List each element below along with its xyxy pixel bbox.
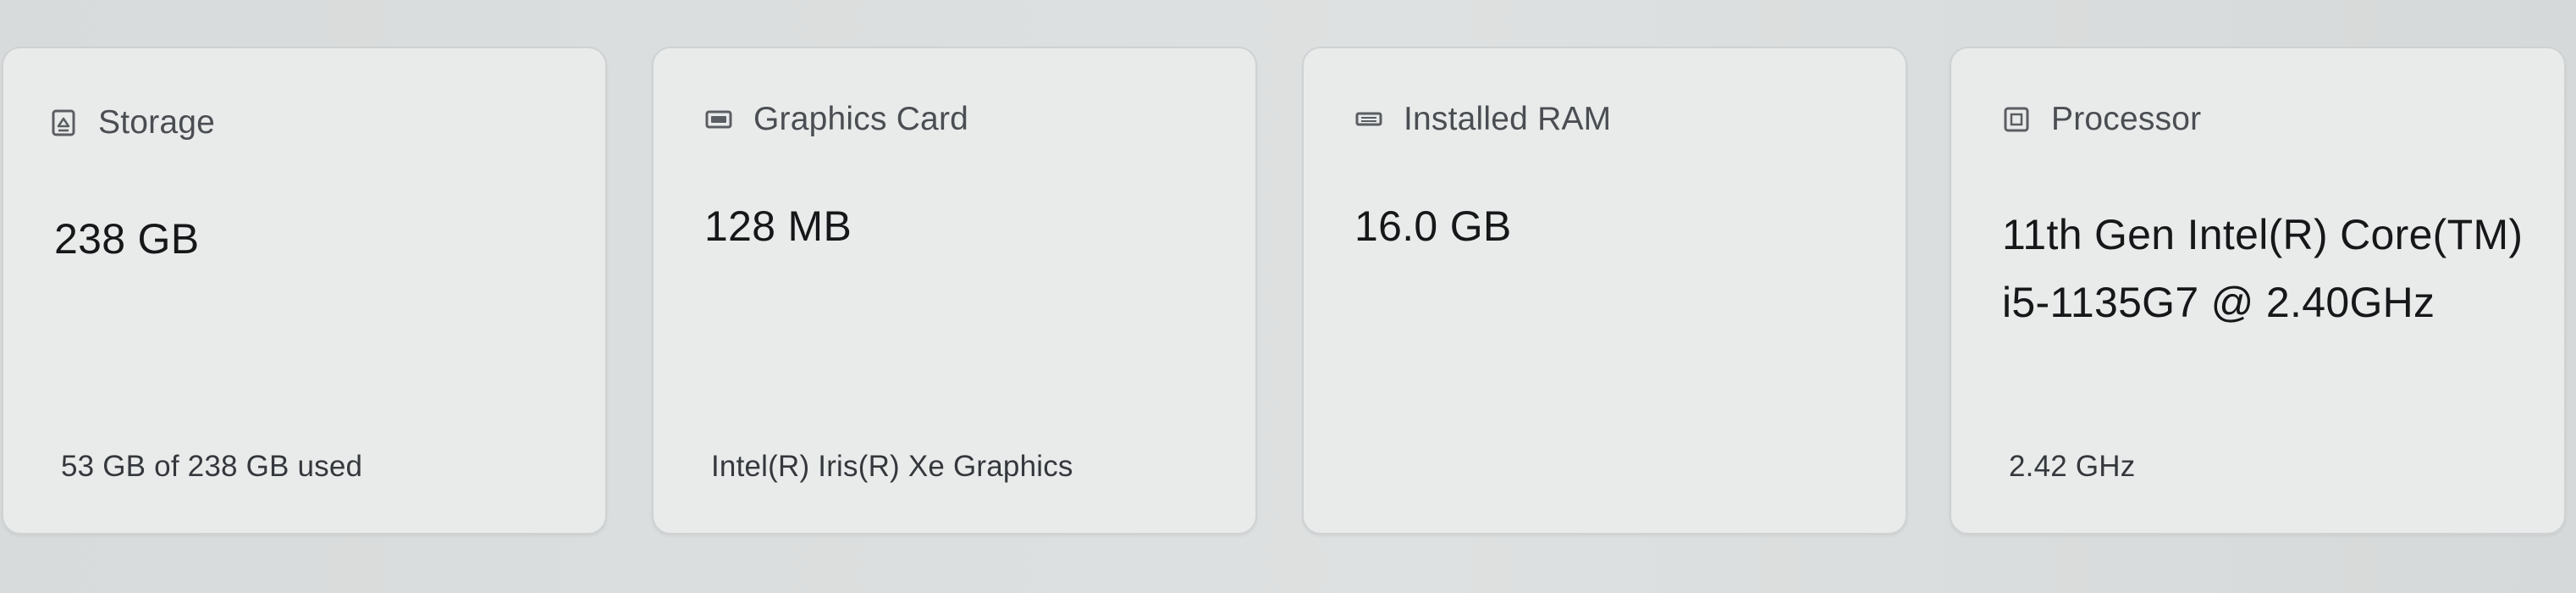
installed-ram-title: Installed RAM	[1404, 101, 1612, 137]
ram-icon	[1354, 105, 1383, 134]
storage-card: Storage 238 GB 53 GB of 238 GB used	[2, 47, 607, 535]
processor-header: Processor	[2002, 101, 2201, 138]
graphics-card-title: Graphics Card	[753, 101, 969, 137]
graphics-card-header: Graphics Card	[704, 101, 968, 138]
storage-card-header: Storage	[49, 104, 215, 141]
processor-icon	[2002, 105, 2031, 134]
graphics-card-name: Intel(R) Iris(R) Xe Graphics	[711, 450, 1073, 483]
storage-value: 238 GB	[54, 215, 200, 263]
processor-title: Processor	[2051, 101, 2202, 137]
storage-title: Storage	[98, 104, 215, 141]
graphics-card-card: Graphics Card 128 MB Intel(R) Iris(R) Xe…	[652, 47, 1257, 535]
storage-icon	[49, 108, 78, 137]
processor-card: Processor 11th Gen Intel(R) Core(TM) i5-…	[1950, 47, 2566, 535]
installed-ram-value: 16.0 GB	[1354, 202, 1512, 250]
processor-value: 11th Gen Intel(R) Core(TM) i5-1135G7 @ 2…	[2002, 211, 2524, 326]
installed-ram-header: Installed RAM	[1354, 101, 1611, 138]
installed-ram-card: Installed RAM 16.0 GB	[1302, 47, 1907, 535]
processor-speed: 2.42 GHz	[2009, 450, 2136, 483]
graphics-card-icon	[704, 105, 733, 134]
storage-usage: 53 GB of 238 GB used	[61, 450, 363, 483]
graphics-card-value: 128 MB	[704, 202, 852, 250]
device-specifications-panel: Storage 238 GB 53 GB of 238 GB used Grap…	[0, 0, 2576, 593]
